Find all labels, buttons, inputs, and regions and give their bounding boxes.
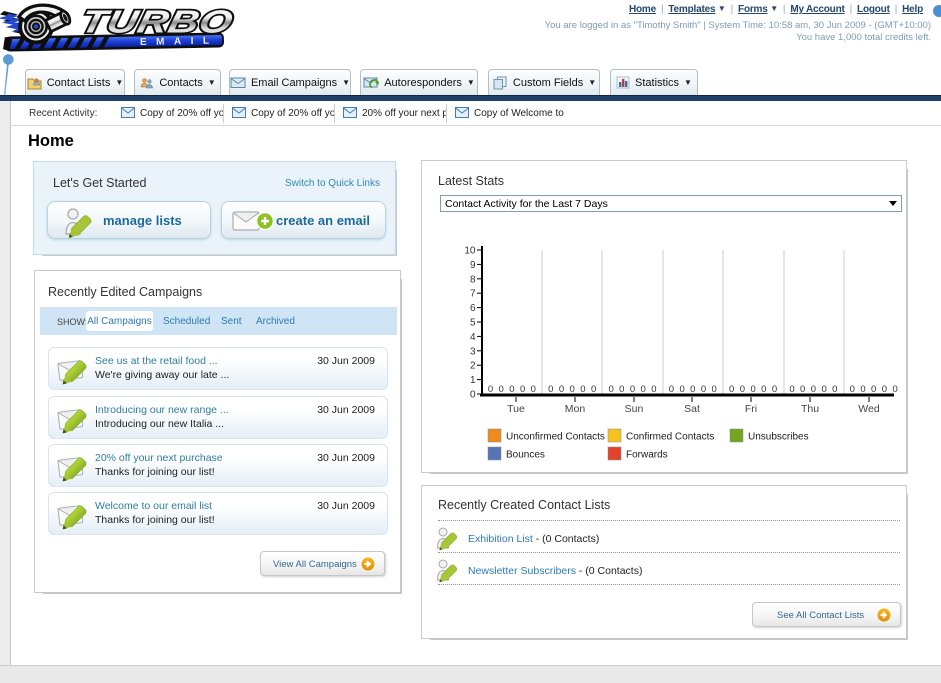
- svg-text:0: 0: [580, 384, 585, 395]
- svg-text:7: 7: [470, 289, 476, 300]
- svg-text:Confirmed Contacts: Confirmed Contacts: [626, 432, 714, 443]
- svg-text:10: 10: [464, 246, 476, 257]
- svg-text:Bounces: Bounces: [506, 450, 545, 461]
- svg-text:Fri: Fri: [745, 403, 757, 415]
- svg-text:0: 0: [651, 384, 656, 395]
- svg-text:Unconfirmed Contacts: Unconfirmed Contacts: [506, 432, 605, 443]
- svg-text:Mon: Mon: [565, 403, 586, 415]
- svg-text:TURBO: TURBO: [77, 3, 236, 39]
- svg-text:0: 0: [591, 384, 596, 395]
- svg-text:0: 0: [761, 384, 766, 395]
- svg-text:0: 0: [850, 384, 855, 395]
- svg-text:5: 5: [470, 318, 476, 329]
- svg-text:0: 0: [499, 384, 504, 395]
- svg-text:4: 4: [470, 332, 476, 343]
- svg-text:Thu: Thu: [801, 403, 819, 415]
- svg-text:0: 0: [821, 384, 826, 395]
- svg-text:0: 0: [520, 384, 525, 395]
- svg-text:0: 0: [570, 384, 575, 395]
- svg-text:0: 0: [608, 384, 613, 395]
- svg-text:3: 3: [470, 346, 476, 357]
- svg-text:0: 0: [701, 384, 706, 395]
- svg-text:0: 0: [811, 384, 816, 395]
- svg-text:0: 0: [740, 384, 745, 395]
- svg-text:0: 0: [531, 384, 536, 395]
- svg-text:Unsubscribes: Unsubscribes: [748, 432, 809, 443]
- svg-text:0: 0: [548, 384, 553, 395]
- svg-text:0: 0: [470, 390, 476, 401]
- svg-text:2: 2: [470, 361, 476, 372]
- svg-text:0: 0: [750, 384, 755, 395]
- svg-text:0: 0: [679, 384, 684, 395]
- svg-text:Tue: Tue: [507, 403, 525, 415]
- svg-text:Wed: Wed: [858, 403, 880, 415]
- svg-text:0: 0: [789, 384, 794, 395]
- svg-text:0: 0: [712, 384, 717, 395]
- svg-text:Forwards: Forwards: [626, 450, 668, 461]
- svg-text:8: 8: [470, 274, 476, 285]
- svg-text:0: 0: [871, 384, 876, 395]
- svg-text:6: 6: [470, 303, 476, 314]
- svg-text:0: 0: [800, 384, 805, 395]
- svg-text:0: 0: [729, 384, 734, 395]
- svg-text:Sat: Sat: [684, 403, 700, 415]
- svg-text:0: 0: [509, 384, 514, 395]
- svg-text:0: 0: [882, 384, 887, 395]
- svg-text:1: 1: [470, 375, 476, 386]
- svg-text:0: 0: [619, 384, 624, 395]
- svg-text:0: 0: [630, 384, 635, 395]
- svg-text:0: 0: [772, 384, 777, 395]
- svg-text:Sun: Sun: [625, 403, 644, 415]
- svg-text:0: 0: [559, 384, 564, 395]
- svg-text:0: 0: [892, 384, 897, 395]
- svg-text:0: 0: [669, 384, 674, 395]
- svg-text:0: 0: [860, 384, 865, 395]
- svg-text:0: 0: [488, 384, 493, 395]
- svg-text:0: 0: [641, 384, 646, 395]
- svg-text:9: 9: [470, 260, 476, 271]
- svg-text:0: 0: [690, 384, 695, 395]
- svg-text:0: 0: [832, 384, 837, 395]
